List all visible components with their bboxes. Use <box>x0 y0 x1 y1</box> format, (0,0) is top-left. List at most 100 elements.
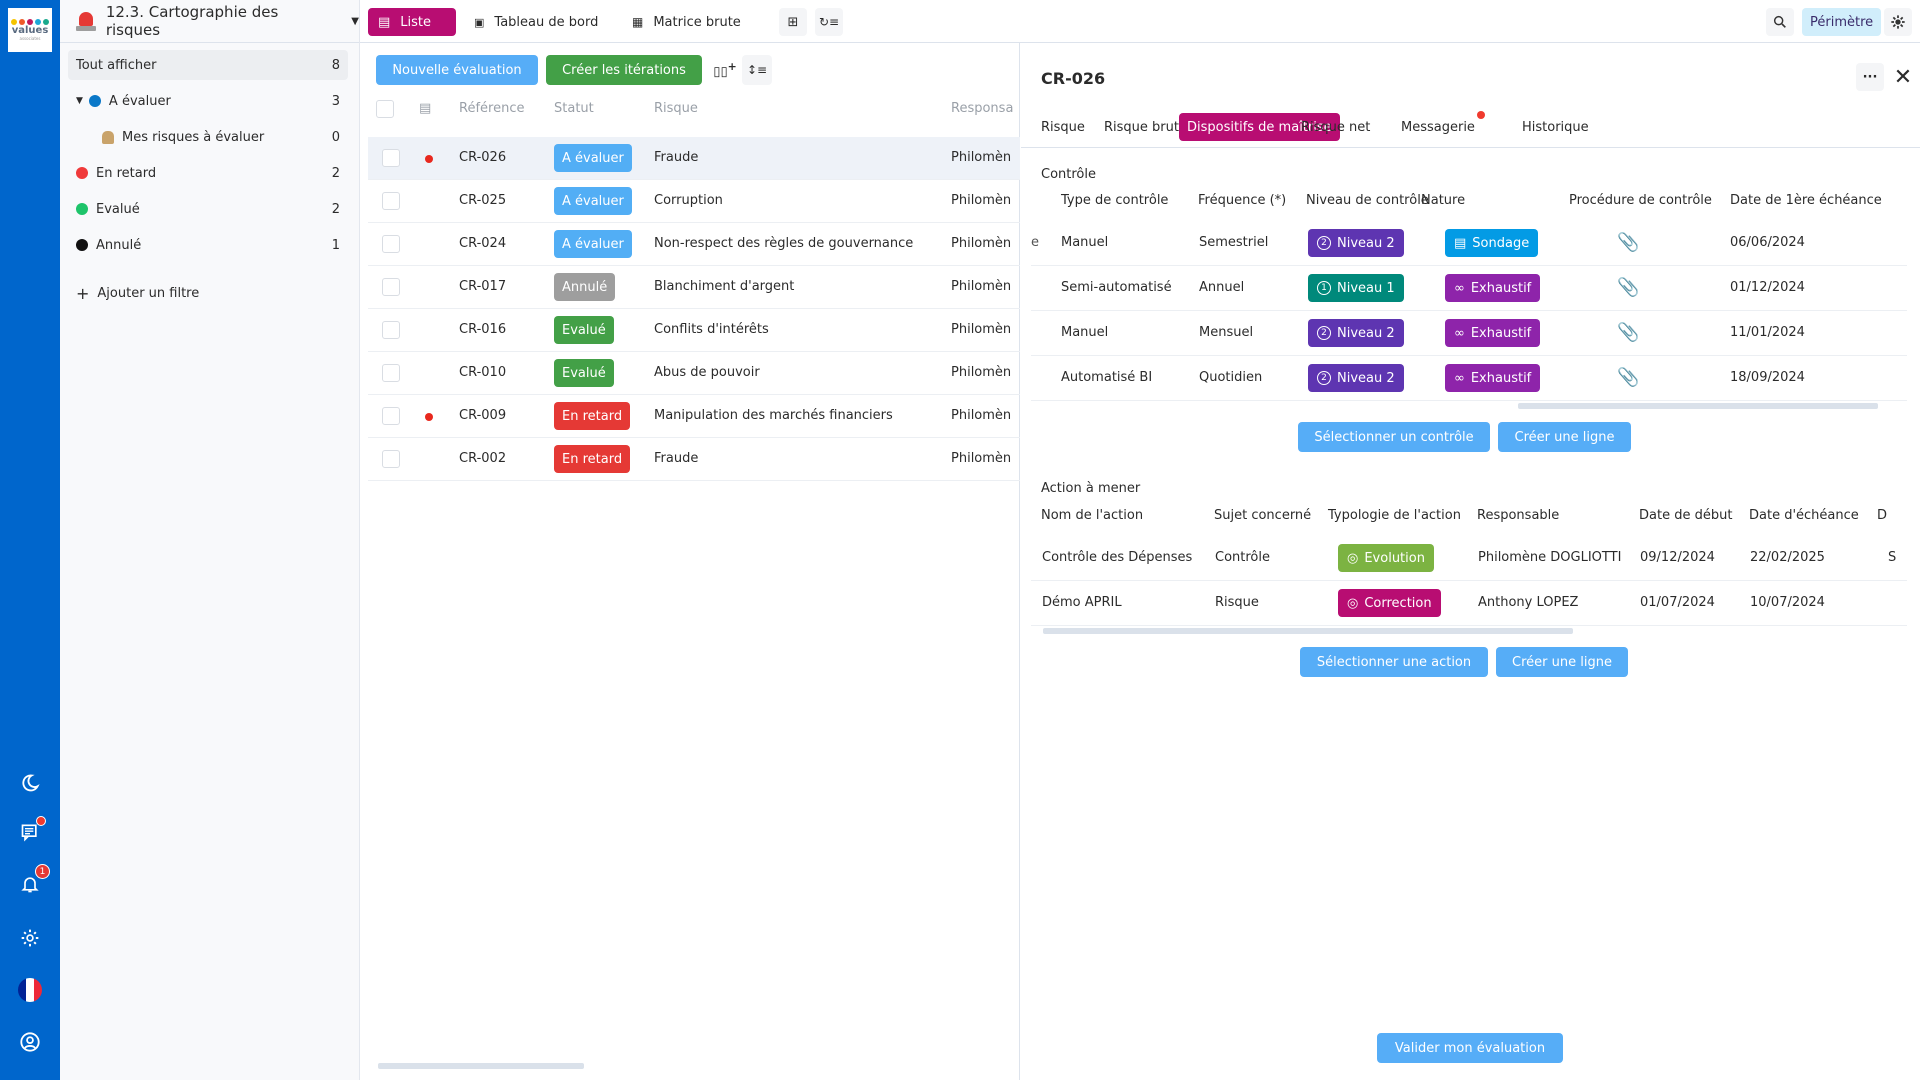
header-reference[interactable]: Référence <box>459 101 524 116</box>
table-row[interactable]: CR-016 Evalué Conflits d'intérêts Philomèn <box>368 309 1020 352</box>
nature-label: Sondage <box>1472 235 1530 251</box>
more-options-button[interactable]: ··· <box>1856 63 1884 91</box>
tab-liste[interactable]: ▤ Liste <box>368 8 456 36</box>
filter-label: Evalué <box>96 201 140 217</box>
row-risk: Blanchiment d'argent <box>654 279 795 294</box>
add-column-button[interactable]: ▯▯+ <box>710 55 740 85</box>
select-all-checkbox[interactable] <box>376 100 394 118</box>
control-nature-tag: ▤ Sondage <box>1445 229 1539 257</box>
tab-risque-brut[interactable]: Risque brut <box>1096 113 1187 141</box>
tab-risque-net[interactable]: Risque net <box>1293 113 1378 141</box>
search-button[interactable] <box>1766 8 1794 36</box>
messages-icon[interactable] <box>18 816 46 844</box>
tab-risque[interactable]: Risque <box>1033 113 1093 141</box>
row-responsable: Philomèn <box>951 236 1012 251</box>
action-row[interactable]: Démo APRIL Risque ◎ Correction Anthony LOPEZ… <box>1031 581 1907 626</box>
header-risque[interactable]: Risque <box>654 101 698 116</box>
user-account-icon[interactable] <box>18 1030 42 1054</box>
paperclip-icon[interactable]: 📎 <box>1617 232 1639 253</box>
add-filter-button[interactable]: + Ajouter un filtre <box>68 278 348 308</box>
paperclip-icon[interactable]: 📎 <box>1617 322 1639 343</box>
table-row[interactable]: CR-024 A évaluer Non-respect des règles de… <box>368 223 1020 266</box>
controle-row[interactable]: Automatisé BI Quotidien 2 Niveau 2 ∞ Exhausti… <box>1031 356 1907 401</box>
table-row[interactable]: CR-009 En retard Manipulation des marchés … <box>368 395 1020 438</box>
status-badge: En retard <box>554 445 631 473</box>
chevron-down-icon[interactable]: ▼ <box>351 16 359 27</box>
filter-en-retard[interactable]: En retard 2 <box>68 158 348 188</box>
action-row[interactable]: Contrôle des Dépenses Contrôle ◎ Evolution P… <box>1031 536 1907 581</box>
controle-row[interactable]: Manuel Mensuel 2 Niveau 2 ∞ Exhaustif 📎 11/01/2… <box>1031 311 1907 356</box>
table-row[interactable]: CR-002 En retard Fraude Philomèn <box>368 438 1020 481</box>
row-checkbox[interactable] <box>382 235 400 253</box>
user-lock-icon <box>102 130 114 144</box>
action-due-date: 10/07/2024 <box>1750 595 1825 610</box>
row-checkbox[interactable] <box>382 278 400 296</box>
row-checkbox[interactable] <box>382 407 400 425</box>
filter-label: En retard <box>96 165 157 181</box>
row-checkbox[interactable] <box>382 149 400 167</box>
controle-row[interactable]: e Manuel Semestriel 2 Niveau 2 ▤ Sondage 📎 06/06… <box>1031 221 1907 266</box>
controle-horizontal-scrollbar[interactable] <box>1518 403 1878 409</box>
validate-evaluation-button[interactable]: Valider mon évaluation <box>1377 1033 1563 1063</box>
row-checkbox[interactable] <box>382 450 400 468</box>
table-row[interactable]: CR-026 A évaluer Fraude Philomèn <box>368 137 1020 180</box>
row-reference: CR-009 <box>459 408 507 423</box>
controle-header: Type de contrôle <box>1061 193 1169 208</box>
tab-tableau-de-bord[interactable]: ▣ Tableau de bord <box>464 8 608 36</box>
create-control-line-button[interactable]: Créer une ligne <box>1498 422 1631 452</box>
status-dot-black <box>76 239 88 251</box>
create-action-line-button[interactable]: Créer une ligne <box>1496 647 1628 677</box>
values-logo[interactable]: values associates <box>8 8 52 52</box>
header-statut[interactable]: Statut <box>554 101 594 116</box>
notifications-icon[interactable]: 1 <box>18 864 50 896</box>
action-header: Date d'échéance <box>1749 508 1859 523</box>
list-filter-button[interactable]: ↻≡ <box>815 8 843 36</box>
header-responsable[interactable]: Responsa <box>951 101 1013 116</box>
settings-icon[interactable] <box>18 926 42 950</box>
filter-my-risks[interactable]: Mes risques à évaluer 0 <box>68 122 348 152</box>
filter-all[interactable]: Tout afficher 8 <box>68 50 348 80</box>
select-action-button[interactable]: Sélectionner une action <box>1300 647 1488 677</box>
tab-historique[interactable]: Historique <box>1514 113 1597 141</box>
row-checkbox[interactable] <box>382 321 400 339</box>
tab-messagerie[interactable]: Messagerie <box>1393 113 1483 141</box>
action-start-date: 01/07/2024 <box>1640 595 1715 610</box>
row-checkbox[interactable] <box>382 364 400 382</box>
unread-indicator <box>425 155 433 163</box>
comment-column-icon: ▤ <box>419 101 432 116</box>
app-selector[interactable]: 12.3. Cartographie des risques ▼ <box>60 0 359 43</box>
grid-icon: ▦ <box>632 15 644 29</box>
paperclip-icon[interactable]: 📎 <box>1617 367 1639 388</box>
filter-a-evaluer[interactable]: ▼ A évaluer 3 <box>68 86 348 116</box>
table-row[interactable]: CR-025 A évaluer Corruption Philomèn <box>368 180 1020 223</box>
list-horizontal-scrollbar[interactable] <box>378 1063 584 1069</box>
filter-evalue[interactable]: Evalué 2 <box>68 194 348 224</box>
create-iterations-button[interactable]: Créer les itérations <box>546 55 702 85</box>
action-name: Démo APRIL <box>1042 595 1122 610</box>
controle-row[interactable]: Semi-automatisé Annuel 1 Niveau 1 ∞ Exhaustif… <box>1031 266 1907 311</box>
tab-matrice-brute[interactable]: ▦ Matrice brute <box>622 8 751 36</box>
controle-header: Date de 1ère échéance <box>1730 193 1882 208</box>
row-responsable: Philomèn <box>951 322 1012 337</box>
nature-label: Exhaustif <box>1470 325 1532 341</box>
settings-button[interactable] <box>1884 8 1912 36</box>
filter-annule[interactable]: Annulé 1 <box>68 230 348 260</box>
table-row[interactable]: CR-017 Annulé Blanchiment d'argent Philomèn <box>368 266 1020 309</box>
language-flag-icon[interactable] <box>18 978 42 1002</box>
dark-mode-icon[interactable] <box>18 771 42 795</box>
close-icon[interactable]: ✕ <box>1891 63 1915 91</box>
action-header: D <box>1877 508 1888 523</box>
new-evaluation-button[interactable]: Nouvelle évaluation <box>376 55 538 85</box>
perimetre-button[interactable]: Périmètre <box>1802 8 1882 36</box>
row-checkbox[interactable] <box>382 192 400 210</box>
controle-header: Procédure de contrôle <box>1569 193 1712 208</box>
caret-down-icon[interactable]: ▼ <box>76 96 83 106</box>
paperclip-icon[interactable]: 📎 <box>1617 277 1639 298</box>
select-control-button[interactable]: Sélectionner un contrôle <box>1298 422 1490 452</box>
table-row[interactable]: CR-010 Evalué Abus de pouvoir Philomèn <box>368 352 1020 395</box>
status-dot-blue <box>88 95 101 107</box>
present-button[interactable]: ⊞ <box>779 8 807 36</box>
row-responsable: Philomèn <box>951 451 1012 466</box>
actions-horizontal-scrollbar[interactable] <box>1043 628 1573 634</box>
sort-button[interactable]: ↕≡ <box>742 55 772 85</box>
